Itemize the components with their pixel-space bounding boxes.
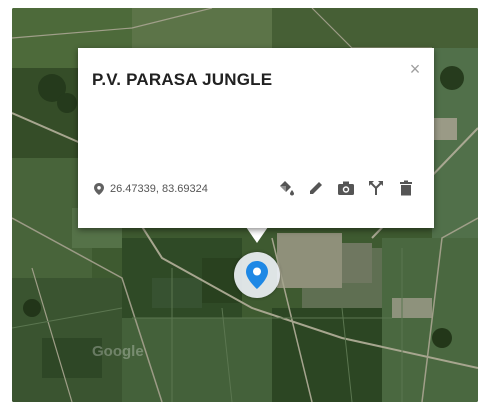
screenshot-frame: Google P.V. PARASA JUNGLE × 26.47339, 83…	[0, 0, 490, 405]
location-pin-icon	[94, 183, 104, 195]
directions-icon[interactable]	[366, 178, 386, 198]
popup-toolbar	[276, 178, 416, 198]
trash-icon[interactable]	[396, 178, 416, 198]
place-title: P.V. PARASA JUNGLE	[92, 70, 273, 89]
map-watermark: Google	[92, 343, 144, 360]
edit-pencil-icon[interactable]	[306, 178, 326, 198]
map-pin-icon	[246, 261, 268, 289]
popup-pointer	[246, 227, 268, 243]
coordinates-row: 26.47339, 83.69324	[94, 183, 208, 195]
style-bucket-icon[interactable]	[276, 178, 296, 198]
close-icon[interactable]: ×	[406, 60, 424, 78]
camera-icon[interactable]	[336, 178, 356, 198]
location-marker[interactable]	[234, 252, 280, 298]
place-info-popup: P.V. PARASA JUNGLE × 26.47339, 83.69324	[78, 48, 434, 228]
coordinates-text: 26.47339, 83.69324	[110, 183, 208, 195]
